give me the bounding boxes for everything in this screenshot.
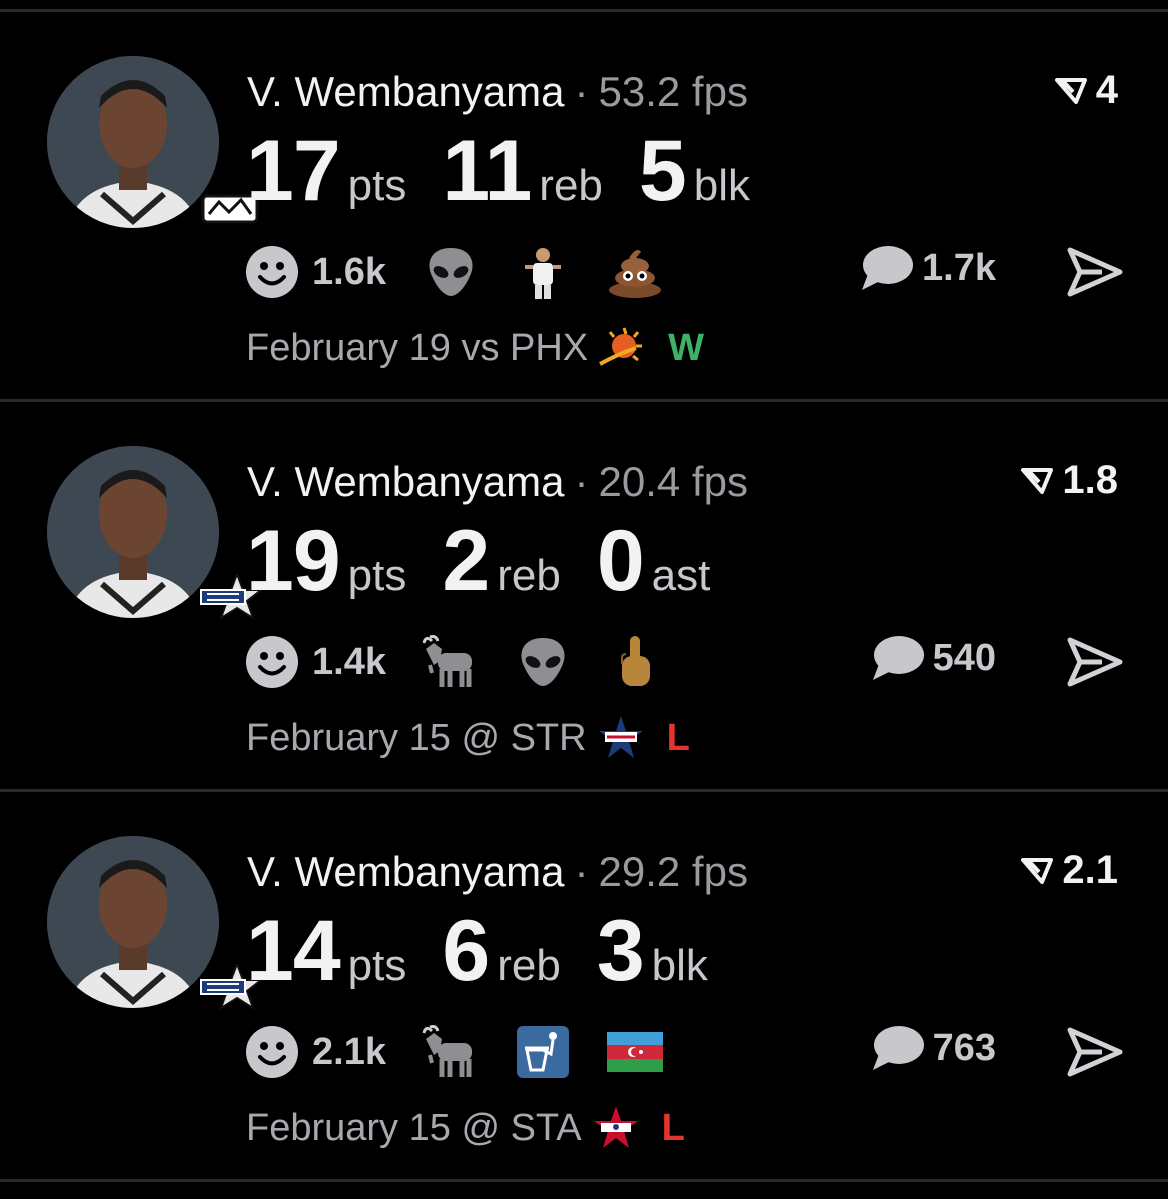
rating-icon — [1021, 857, 1054, 884]
smiley-reaction-icon[interactable] — [244, 244, 300, 300]
poop-emoji[interactable] — [606, 244, 664, 300]
player-photo — [47, 836, 219, 1008]
reaction-count: 1.6k — [312, 250, 386, 293]
stat-unit: blk — [651, 941, 708, 990]
rating-value: 1.8 — [1062, 458, 1118, 502]
smiley-reaction-icon[interactable] — [244, 1024, 300, 1080]
stat-value: 14 — [246, 903, 341, 999]
send-icon — [1067, 1027, 1123, 1077]
player-name[interactable]: V. Wembanyama — [247, 458, 565, 505]
rating-value: 2.1 — [1062, 848, 1118, 892]
alien-emoji[interactable] — [514, 634, 572, 690]
comment-count: 1.7k — [922, 246, 996, 289]
azerbaijan-flag-emoji[interactable] — [606, 1024, 664, 1080]
middle-finger-emoji[interactable] — [606, 634, 664, 690]
game-info[interactable]: February 15 @ STR L — [246, 714, 690, 762]
player-photo — [47, 56, 219, 228]
separator: · — [574, 68, 589, 115]
stat-value: 11 — [442, 123, 532, 219]
game-info[interactable]: February 19 vs PHX W — [246, 324, 704, 372]
usa-stars-logo — [593, 1106, 638, 1148]
game-result: L — [661, 1106, 685, 1149]
suns-logo — [599, 327, 643, 366]
comment-icon — [872, 1026, 924, 1070]
player-sticker-emoji[interactable] — [514, 244, 572, 300]
rating[interactable]: 1.8 — [1020, 458, 1118, 503]
player-avatar[interactable] — [47, 446, 264, 621]
divider — [0, 1179, 1168, 1182]
rating-icon — [1054, 77, 1087, 104]
feed-card[interactable]: V. Wembanyama · 53.2 fps 4 17 pts 11 reb 5 bl… — [0, 12, 1168, 398]
fantasy-points: 29.2 fps — [598, 848, 748, 895]
player-feed: V. Wembanyama · 53.2 fps 4 17 pts 11 reb 5 bl… — [0, 0, 1168, 1199]
game-date-opponent: February 15 @ STR — [246, 716, 587, 759]
goat-emoji[interactable] — [422, 634, 480, 690]
player-photo — [47, 446, 219, 618]
send-icon — [1067, 637, 1123, 687]
stat-unit: reb — [539, 161, 603, 210]
rating[interactable]: 4 — [1054, 68, 1118, 113]
reactions-bar: 2.1k — [244, 1024, 698, 1080]
comment-icon — [872, 636, 924, 680]
game-info[interactable]: February 15 @ STA L — [246, 1104, 685, 1152]
stat-value: 5 — [638, 123, 687, 219]
smiley-reaction-icon[interactable] — [244, 634, 300, 690]
stat-line: 19 pts 2 reb 0 ast — [246, 512, 746, 611]
stat-value: 2 — [442, 513, 490, 609]
fantasy-points: 53.2 fps — [598, 68, 748, 115]
stat-value: 0 — [596, 513, 645, 609]
player-avatar[interactable] — [47, 836, 264, 1011]
stat-line: 14 pts 6 reb 3 blk — [246, 902, 744, 1001]
feed-card[interactable]: V. Wembanyama · 20.4 fps 1.8 19 pts 2 reb 0a… — [0, 402, 1168, 788]
stat-unit: blk — [693, 161, 750, 210]
player-name[interactable]: V. Wembanyama — [247, 68, 565, 115]
stat-unit: pts — [347, 161, 407, 210]
stat-unit: pts — [347, 941, 407, 990]
rating-icon — [1021, 467, 1054, 494]
comment-icon — [862, 246, 914, 290]
share-button[interactable] — [1066, 246, 1124, 298]
player-avatar[interactable] — [47, 56, 259, 228]
stat-value: 6 — [442, 903, 490, 999]
game-result: L — [666, 716, 690, 759]
goat-emoji[interactable] — [422, 1024, 480, 1080]
stat-unit: pts — [347, 551, 407, 600]
trash-can-emoji[interactable] — [514, 1024, 572, 1080]
comments-button[interactable]: 1.7k — [858, 244, 996, 292]
reaction-count: 2.1k — [312, 1030, 386, 1073]
stat-unit: reb — [497, 941, 561, 990]
usa-stripes-logo — [598, 716, 643, 758]
stat-line: 17 pts 11 reb 5 blk — [246, 122, 786, 221]
comments-button[interactable]: 763 — [869, 1024, 996, 1072]
fantasy-points: 20.4 fps — [598, 458, 748, 505]
player-header: V. Wembanyama · 20.4 fps — [247, 458, 748, 506]
stat-unit: ast — [651, 551, 711, 600]
stat-unit: reb — [497, 551, 561, 600]
reaction-count: 1.4k — [312, 640, 386, 683]
game-date-opponent: February 19 vs PHX — [246, 326, 589, 369]
rating[interactable]: 2.1 — [1020, 848, 1118, 893]
stat-value: 17 — [246, 123, 341, 219]
comment-count: 540 — [932, 636, 996, 679]
game-result: W — [668, 326, 705, 369]
player-name[interactable]: V. Wembanyama — [247, 848, 565, 895]
stat-value: 19 — [246, 513, 341, 609]
comment-count: 763 — [932, 1026, 996, 1069]
alien-emoji[interactable] — [422, 244, 480, 300]
player-header: V. Wembanyama · 53.2 fps — [247, 68, 748, 116]
reactions-bar: 1.4k — [244, 634, 698, 690]
comments-button[interactable]: 540 — [869, 634, 996, 682]
player-header: V. Wembanyama · 29.2 fps — [247, 848, 748, 896]
game-date-opponent: February 15 @ STA — [246, 1106, 582, 1149]
stat-value: 3 — [596, 903, 645, 999]
rating-value: 4 — [1095, 68, 1118, 112]
share-button[interactable] — [1066, 1026, 1124, 1078]
send-icon — [1067, 247, 1123, 297]
reactions-bar: 1.6k — [244, 244, 698, 300]
separator: · — [574, 848, 589, 895]
separator: · — [574, 458, 589, 505]
share-button[interactable] — [1066, 636, 1124, 688]
feed-card[interactable]: V. Wembanyama · 29.2 fps 2.1 14 pts 6 reb 3b… — [0, 792, 1168, 1178]
